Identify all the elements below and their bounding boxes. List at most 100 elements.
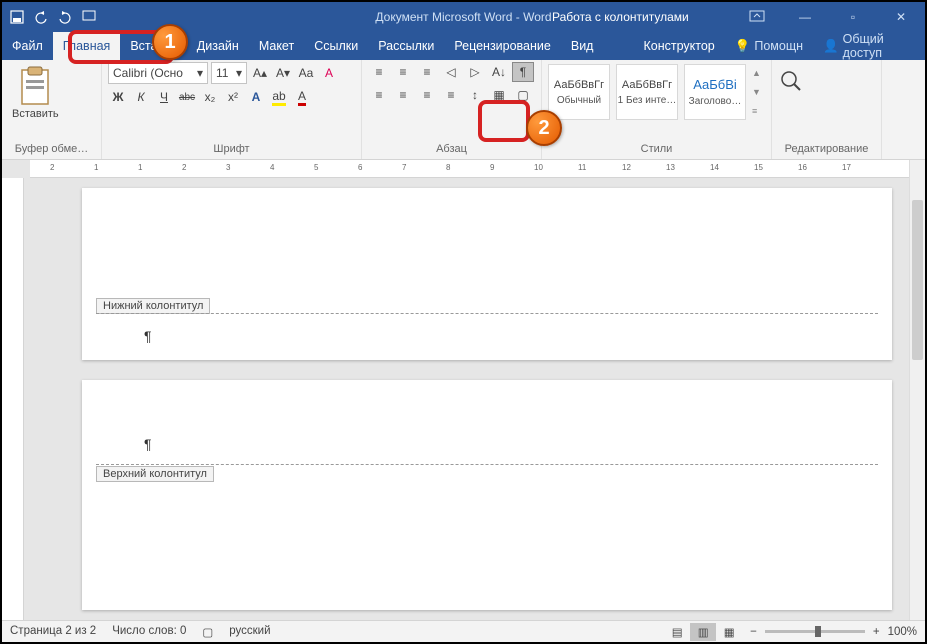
- zoom-slider[interactable]: [765, 630, 865, 633]
- vertical-ruler[interactable]: [2, 178, 24, 620]
- view-buttons: ▤ ▥ ▦: [664, 623, 742, 641]
- group-label-editing: Редактирование: [778, 141, 875, 159]
- group-label-paragraph: Абзац: [368, 141, 535, 159]
- quick-access-toolbar: [2, 10, 104, 24]
- share-button[interactable]: 👤 Общий доступ: [813, 32, 925, 60]
- styles-up-icon[interactable]: ▲: [752, 68, 766, 78]
- increase-font-icon[interactable]: A▴: [250, 63, 270, 83]
- group-clipboard: Вставить Буфер обме…: [2, 60, 102, 159]
- footer-label-tag[interactable]: Нижний колонтитул: [96, 298, 210, 314]
- share-icon: 👤: [823, 39, 839, 54]
- paste-button[interactable]: Вставить: [8, 62, 63, 124]
- indent-icon[interactable]: ▷: [464, 62, 486, 82]
- pilcrow-mark: ¶: [144, 328, 152, 344]
- group-label-styles: Стили: [548, 141, 765, 159]
- status-proofing-icon[interactable]: ▢: [202, 625, 213, 639]
- clipboard-icon: [18, 66, 52, 106]
- tab-home[interactable]: Главная: [53, 32, 121, 60]
- tab-mailings[interactable]: Рассылки: [368, 32, 444, 60]
- style-gallery[interactable]: АаБбВвГг Обычный АаБбВвГг 1 Без инте… Аа…: [548, 62, 766, 122]
- font-name-combo[interactable]: Calibri (Осно▾: [108, 62, 208, 84]
- text-effects-icon[interactable]: A: [246, 87, 266, 107]
- superscript-button[interactable]: x²: [223, 87, 243, 107]
- qat-more-icon[interactable]: [82, 10, 96, 24]
- outdent-icon[interactable]: ◁: [440, 62, 462, 82]
- line-spacing-icon[interactable]: ↕: [464, 85, 486, 105]
- align-right-icon[interactable]: ≡: [416, 85, 438, 105]
- window-controls: — ▫ ✕: [737, 10, 921, 25]
- undo-icon[interactable]: [34, 10, 48, 24]
- document-title: Документ Microsoft Word - Word: [375, 10, 551, 24]
- font-size-combo[interactable]: 11▾: [211, 62, 247, 84]
- paste-label: Вставить: [12, 108, 59, 120]
- styles-more-icon[interactable]: ≡: [752, 106, 766, 116]
- page-2[interactable]: ¶ Верхний колонтитул: [82, 380, 892, 610]
- align-center-icon[interactable]: ≡: [392, 85, 414, 105]
- tab-review[interactable]: Рецензирование: [444, 32, 561, 60]
- tell-me[interactable]: 💡 Помощн: [725, 32, 813, 60]
- status-page[interactable]: Страница 2 из 2: [10, 625, 96, 639]
- save-icon[interactable]: [10, 10, 24, 24]
- style-nospacing[interactable]: АаБбВвГг 1 Без инте…: [616, 64, 678, 120]
- lightbulb-icon: 💡: [735, 39, 751, 54]
- zoom-thumb[interactable]: [815, 626, 821, 637]
- italic-button[interactable]: К: [131, 87, 151, 107]
- multilevel-icon[interactable]: ≡: [416, 62, 438, 82]
- close-icon[interactable]: ✕: [881, 10, 921, 24]
- zoom-level[interactable]: 100%: [888, 626, 917, 638]
- status-words[interactable]: Число слов: 0: [112, 625, 186, 639]
- horizontal-ruler[interactable]: 211234567891011121314151617: [30, 160, 909, 178]
- sort-icon[interactable]: A↓: [488, 62, 510, 82]
- tab-file[interactable]: Файл: [2, 32, 53, 60]
- document-area[interactable]: Нижний колонтитул ¶ ¶ Верхний колонтитул: [24, 178, 909, 620]
- change-case-icon[interactable]: Aa: [296, 63, 316, 83]
- style-normal[interactable]: АаБбВвГг Обычный: [548, 64, 610, 120]
- styles-down-icon[interactable]: ▼: [752, 87, 766, 97]
- ribbon-tabs: Файл Главная Вставка Дизайн Макет Ссылки…: [2, 32, 925, 60]
- style-heading1[interactable]: АаБбВі Заголово…: [684, 64, 746, 120]
- vertical-scrollbar[interactable]: [909, 160, 925, 620]
- zoom-out-icon[interactable]: −: [750, 626, 757, 638]
- font-color-icon[interactable]: A: [292, 87, 312, 107]
- tab-layout[interactable]: Макет: [249, 32, 304, 60]
- numbering-icon[interactable]: ≡: [392, 62, 414, 82]
- tab-design[interactable]: Дизайн: [187, 32, 249, 60]
- ribbon-options-icon[interactable]: [737, 10, 777, 25]
- read-mode-icon[interactable]: ▤: [664, 623, 690, 641]
- tab-references[interactable]: Ссылки: [304, 32, 368, 60]
- print-layout-icon[interactable]: ▥: [690, 623, 716, 641]
- strike-button[interactable]: abc: [177, 87, 197, 107]
- group-label-font: Шрифт: [108, 141, 355, 159]
- align-left-icon[interactable]: ≡: [368, 85, 390, 105]
- find-icon[interactable]: [778, 68, 806, 96]
- pilcrow-button[interactable]: ¶: [512, 62, 534, 82]
- clear-formatting-icon[interactable]: A: [319, 63, 339, 83]
- borders-icon[interactable]: ▢: [512, 85, 534, 105]
- tab-constructor[interactable]: Конструктор: [633, 32, 724, 60]
- titlebar: Документ Microsoft Word - Word Работа с …: [2, 2, 925, 32]
- maximize-icon[interactable]: ▫: [833, 10, 873, 24]
- web-layout-icon[interactable]: ▦: [716, 623, 742, 641]
- page-1[interactable]: Нижний колонтитул ¶: [82, 188, 892, 360]
- subscript-button[interactable]: x₂: [200, 87, 220, 107]
- context-tab-title: Работа с колонтитулами: [552, 10, 689, 24]
- tab-view[interactable]: Вид: [561, 32, 604, 60]
- zoom-in-icon[interactable]: +: [873, 626, 880, 638]
- highlight-icon[interactable]: ab: [269, 87, 289, 107]
- font-name-value: Calibri (Осно: [113, 66, 183, 80]
- group-editing: Редактирование: [772, 60, 882, 159]
- decrease-font-icon[interactable]: A▾: [273, 63, 293, 83]
- underline-button[interactable]: Ч: [154, 87, 174, 107]
- justify-icon[interactable]: ≡: [440, 85, 462, 105]
- status-language[interactable]: русский: [229, 625, 270, 639]
- bold-button[interactable]: Ж: [108, 87, 128, 107]
- shading-icon[interactable]: ▦: [488, 85, 510, 105]
- scrollbar-thumb[interactable]: [912, 200, 923, 360]
- statusbar: Страница 2 из 2 Число слов: 0 ▢ русский …: [2, 620, 925, 642]
- group-styles: АаБбВвГг Обычный АаБбВвГг 1 Без инте… Аа…: [542, 60, 772, 159]
- bullets-icon[interactable]: ≡: [368, 62, 390, 82]
- redo-icon[interactable]: [58, 10, 72, 24]
- minimize-icon[interactable]: —: [785, 10, 825, 24]
- annotation-callout-1: 1: [152, 24, 188, 60]
- header-label-tag[interactable]: Верхний колонтитул: [96, 466, 214, 482]
